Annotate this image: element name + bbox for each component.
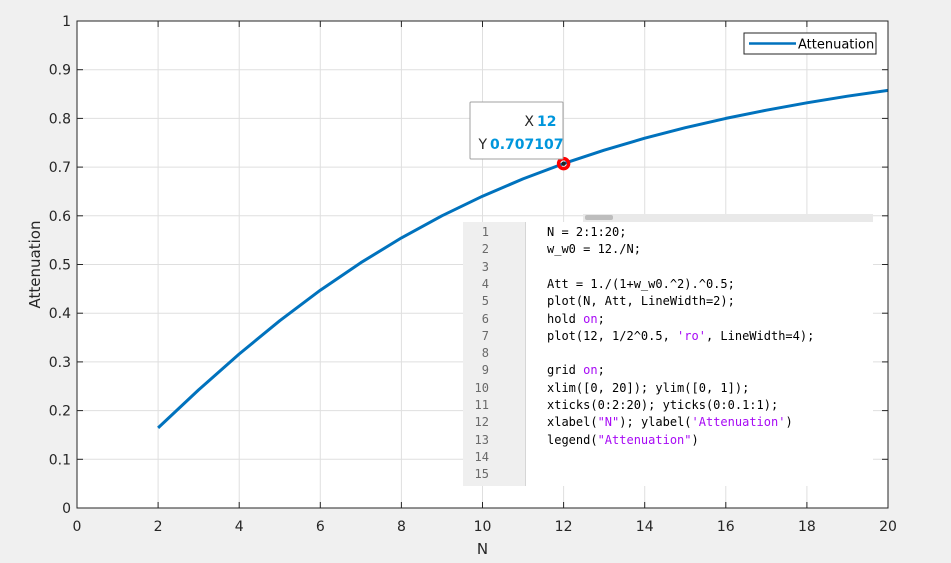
x-tick-label: 2: [154, 519, 163, 535]
x-tick-label: 16: [717, 519, 735, 535]
code-text: xlabel("N"); ylabel('Attenuation'): [547, 414, 793, 431]
code-token: ); ylabel(: [619, 415, 692, 430]
datatip-y-value: 0.707107: [490, 137, 564, 153]
code-token: plot(12, 1/2^0.5,: [547, 328, 678, 343]
code-text: Att = 1./(1+w_w0.^2).^0.5;: [547, 276, 735, 293]
line-number: 14: [474, 449, 489, 464]
legend-entry-label: Attenuation: [798, 38, 874, 53]
code-token: ): [691, 432, 699, 447]
y-tick-label: 0.2: [49, 404, 71, 420]
code-token: xlim([0, 20]); ylim([0, 1]);: [547, 380, 750, 395]
x-tick-label: 6: [316, 519, 325, 535]
x-tick-label: 12: [555, 519, 573, 535]
code-text: xticks(0:2:20); yticks(0:0.1:1);: [547, 397, 778, 414]
datatip-x-label: X: [524, 114, 534, 130]
code-text: w_w0 = 12./N;: [547, 241, 641, 258]
code-editor[interactable]: 1 N = 2:1:20; 2 w_w0 = 12./N; 3 4 Att = 1./(1+…: [463, 222, 873, 486]
x-tick-label: 10: [474, 519, 492, 535]
code-token: legend(: [547, 432, 598, 447]
figure-window: 0 2 4 6 8 10 12 14 16 18 20 0 0.1 0.2 0.3 0.4 0.5 0.6 0.7 0…: [0, 0, 951, 563]
code-token: ;: [597, 363, 605, 378]
code-string-token: on: [583, 311, 598, 326]
y-tick-label: 0.4: [49, 306, 71, 322]
line-number: 10: [474, 380, 489, 395]
line-number: 5: [481, 294, 489, 309]
code-token: plot(N, Att, LineWidth=2);: [547, 294, 735, 309]
line-number: 15: [474, 467, 489, 482]
line-number: 12: [474, 415, 489, 430]
line-number: 2: [481, 242, 489, 257]
code-string-token: on: [583, 363, 598, 378]
datatip-y-label: Y: [477, 137, 487, 153]
y-tick-label: 0.8: [49, 111, 71, 127]
line-number: 11: [474, 398, 489, 412]
code-text: plot(N, Att, LineWidth=2);: [547, 293, 735, 310]
y-tick-label: 0.6: [49, 209, 71, 225]
x-tick-label: 0: [73, 519, 82, 535]
x-tick-label: 20: [879, 519, 897, 535]
line-number: 13: [474, 432, 489, 447]
datatip[interactable]: X 12 Y 0.707107: [469, 101, 564, 160]
line-number: 4: [481, 276, 489, 291]
code-token: ;: [597, 311, 605, 326]
editor-scrollbar-thumb[interactable]: [585, 215, 613, 220]
code-token: hold: [547, 311, 584, 326]
line-number: 6: [481, 311, 489, 326]
code-string-token: 'ro': [677, 328, 706, 343]
x-tick-label: 4: [235, 519, 244, 535]
y-tick-label: 0.5: [49, 258, 71, 274]
code-string-token: 'Attenuation': [691, 415, 786, 430]
code-text: xlim([0, 20]); ylim([0, 1]);: [547, 380, 749, 397]
legend[interactable]: Attenuation: [743, 32, 877, 55]
line-number: 3: [481, 259, 489, 274]
code-text: hold on;: [547, 311, 605, 328]
y-tick-label: 0.7: [49, 160, 71, 176]
line-number: 9: [481, 363, 489, 378]
code-token: N = 2:1:20;: [547, 225, 627, 239]
datatip-anchor-dot: [561, 161, 566, 166]
code-text: legend("Attenuation"): [547, 432, 699, 449]
code-string-token: "Attenuation": [597, 432, 692, 447]
y-tick-label: 0: [62, 501, 71, 517]
line-number: 8: [481, 346, 489, 361]
code-text: grid on;: [547, 362, 605, 379]
line-number: 1: [481, 225, 489, 239]
code-text: N = 2:1:20;: [547, 224, 626, 241]
datatip-x-value: 12: [537, 114, 556, 130]
x-tick-label: 18: [798, 519, 816, 535]
code-text: plot(12, 1/2^0.5, 'ro', LineWidth=4);: [547, 328, 814, 345]
code-token: w_w0 = 12./N;: [547, 242, 641, 257]
line-number: 7: [481, 328, 489, 343]
x-axis-title: N: [477, 540, 488, 558]
code-token: grid: [547, 363, 584, 378]
y-tick-label: 1: [62, 14, 71, 30]
code-token: xticks(0:2:20); yticks(0:0.1:1);: [547, 398, 779, 412]
code-token: Att = 1./(1+w_w0.^2).^0.5;: [547, 276, 735, 291]
y-tick-label: 0.1: [49, 452, 71, 468]
y-tick-label: 0.9: [49, 63, 71, 79]
y-tick-label: 0.3: [49, 355, 71, 371]
code-token: xlabel(: [547, 415, 598, 430]
code-string-token: "N": [597, 415, 620, 430]
code-token: , LineWidth=4);: [705, 328, 815, 343]
x-tick-label: 14: [636, 519, 654, 535]
code-token: ): [785, 415, 793, 430]
y-axis-title: Attenuation: [26, 221, 44, 309]
x-tick-label: 8: [397, 519, 406, 535]
